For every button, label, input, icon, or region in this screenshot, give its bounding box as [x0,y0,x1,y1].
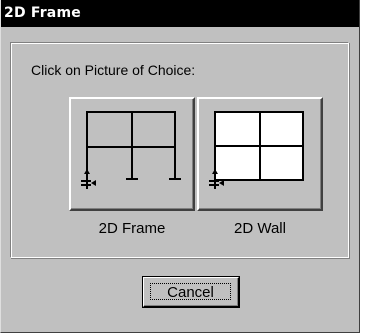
wall-choice-label: 2D Wall [234,220,286,237]
frame-choice-button[interactable] [69,97,195,211]
groupbox-label: Click on Picture of Choice: [29,62,198,78]
window-title: 2D Frame [4,5,81,21]
cancel-button[interactable]: Cancel [143,277,239,307]
background-edge [360,0,367,335]
wall-choice-button[interactable] [197,97,323,211]
cancel-button-label: Cancel [150,283,231,301]
frame-structure-icon [81,111,181,189]
title-bar[interactable]: 2D Frame [1,0,359,27]
dialog-window: 2D Frame Click on Picture of Choice: 2D … [0,0,360,333]
wall-structure-icon [209,111,304,189]
frame-choice-label: 2D Frame [98,220,166,237]
